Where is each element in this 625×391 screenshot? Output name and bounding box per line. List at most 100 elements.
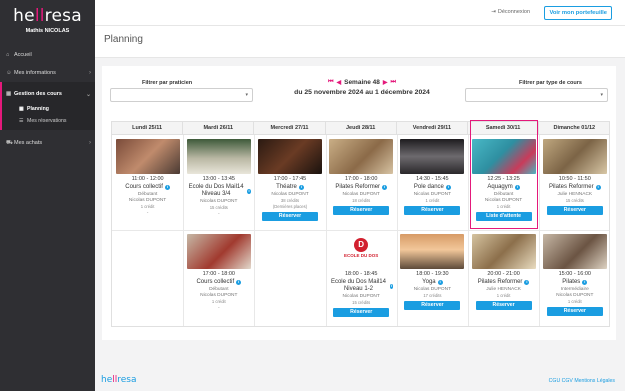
course-title: Théatre i [276, 184, 304, 190]
reserve-button[interactable]: Réserver [333, 308, 390, 317]
course-card[interactable]: 13:00 - 13:45 Ecole du Dos Mail14 Niveau … [186, 139, 251, 217]
course-time: 15:00 - 16:00 [558, 271, 591, 277]
ecole-du-dos-logo: D [354, 238, 369, 252]
no-action: - [217, 211, 220, 217]
course-image [258, 139, 322, 174]
wallet-button[interactable]: Voir mon portefeuille [544, 6, 612, 20]
sidebar-item-informations[interactable]: ☺ Mes informations › [0, 64, 95, 82]
course-credits: 15 crédits [565, 198, 584, 203]
cart-icon: ⛟ [6, 139, 13, 146]
first-week-icon[interactable]: ⏮ [328, 79, 333, 86]
course-card[interactable]: 17:00 - 18:00 Cours collectif i Débutant Nic… [186, 234, 251, 311]
course-time: 17:00 - 17:45 [273, 176, 307, 182]
reserve-button[interactable]: Réserver [404, 301, 461, 310]
footer-links[interactable]: CGU CGV Mentions Légales [549, 378, 615, 384]
reserve-button[interactable]: Réserver [546, 206, 603, 215]
day-header: Mardi 26/11 [183, 122, 255, 135]
reserve-button[interactable]: Réserver [404, 206, 461, 215]
user-name: Mathis NICOLAS [25, 28, 70, 34]
chevron-down-icon: ▾ [600, 92, 603, 98]
sidebar: hellresa Mathis NICOLAS ⌂ Accueil ☺ Mes in… [0, 0, 95, 391]
filter-practitioner-label: Filtrer par praticien [142, 80, 193, 86]
chevron-right-icon: › [89, 140, 91, 146]
course-time: 17:00 - 18:00 [202, 271, 235, 277]
course-coach: Nicolas DUPONT [342, 192, 380, 197]
course-title: Pilates Reformer i [335, 184, 388, 190]
course-credits: 1 crédit [496, 293, 511, 298]
info-icon[interactable]: i [389, 283, 394, 289]
info-icon[interactable]: i [582, 280, 588, 285]
course-title: Cours collectif i [196, 279, 242, 285]
course-image [186, 234, 251, 269]
course-card[interactable]: 20:00 - 21:00 Pilates Reformer i Julie HENN… [471, 234, 536, 310]
sidebar-subitem-reservations[interactable]: ☰ Mes réservations [2, 115, 95, 127]
info-icon[interactable]: i [164, 185, 170, 190]
course-card[interactable]: 18:00 - 19:30 Yoga i Nicolas DUPONT 17 crédi… [400, 234, 465, 310]
info-icon[interactable]: i [445, 185, 451, 190]
info-icon[interactable]: i [236, 280, 242, 285]
last-week-icon[interactable]: ⏭ [391, 79, 396, 86]
course-card[interactable]: 17:00 - 18:00 Pilates Reformer i Nicolas DU… [329, 139, 394, 215]
calendar-icon: ▦ [6, 91, 12, 97]
reserve-button[interactable]: Réserver [546, 307, 603, 316]
course-time: 20:00 - 21:00 [487, 271, 520, 277]
day-header: Mercredi 27/11 [254, 122, 326, 135]
prev-week-icon[interactable]: ◀ [336, 79, 341, 86]
course-title: Yoga i [422, 279, 443, 285]
day-header: Dimanche 01/12 [539, 122, 611, 135]
course-image [542, 139, 607, 174]
course-coach: Nicolas DUPONT [556, 293, 594, 298]
info-icon[interactable]: i [382, 185, 388, 190]
course-level: Débutant [209, 287, 229, 292]
course-coach: Nicolas DUPONT [128, 198, 167, 203]
info-icon[interactable]: i [437, 280, 443, 285]
reserve-button[interactable]: Réserver [262, 212, 318, 221]
sidebar-item-accueil[interactable]: ⌂ Accueil [0, 46, 95, 64]
course-title: Ecole du Dos Mail14 Niveau 1-2 i [330, 279, 394, 292]
week-range: du 25 novembre 2024 au 1 décembre 2024 [294, 89, 430, 96]
sidebar-item-gestion-cours[interactable]: ▦ Gestion des cours ⌄ [2, 85, 95, 103]
course-card[interactable]: D ECOLE DU DOS 18:00 - 18:45 Ecole du Dos M… [329, 234, 394, 317]
course-credits: 1 crédit [211, 299, 226, 304]
sidebar-group-cours: ▦ Gestion des cours ⌄ ▦ Planning ☰ Mes réser… [0, 82, 95, 130]
info-icon[interactable]: i [298, 185, 304, 190]
logout-link[interactable]: ⇥ Déconnexion [491, 9, 530, 15]
logo[interactable]: hellresa Mathis NICOLAS [0, 0, 95, 40]
course-credits: 1 crédit [567, 299, 582, 304]
course-image [115, 139, 180, 174]
course-card[interactable]: 11:00 - 12:00 Cours collectif i Débutant Nic… [115, 139, 180, 216]
column-divider [325, 135, 327, 326]
sidebar-item-achats[interactable]: ⛟ Mes achats › [0, 134, 95, 152]
reserve-button[interactable]: Réserver [333, 206, 390, 215]
info-icon[interactable]: i [595, 185, 601, 190]
practitioner-select[interactable]: ▾ [110, 88, 253, 102]
column-divider [539, 135, 541, 326]
info-icon[interactable]: i [247, 188, 251, 194]
filter-type-label: Filtrer par type de cours [519, 80, 582, 86]
course-card[interactable]: 17:00 - 17:45 Théatre i Nicolas DUPONT 38 cr… [258, 139, 322, 221]
course-type-select[interactable]: ▾ [465, 88, 608, 102]
page-header: Planning [95, 26, 625, 58]
course-title: Ecole du Dos Mail14 Niveau 3/4 i [188, 184, 251, 197]
sidebar-subitem-planning[interactable]: ▦ Planning [2, 103, 95, 115]
course-credits: 38 crédits [280, 198, 300, 203]
reserve-button[interactable]: Réserver [475, 301, 532, 310]
logo-caption: ECOLE DU DOS [344, 253, 379, 258]
info-icon[interactable]: i [524, 280, 530, 285]
next-week-icon[interactable]: ▶ [383, 79, 388, 86]
course-card[interactable]: 10:50 - 11:50 Pilates Reformer i Julie HENN… [542, 139, 607, 215]
course-card[interactable]: 15:00 - 16:00 Pilates i Intermédiaire Nicola… [542, 234, 607, 316]
course-card[interactable]: 14:30 - 15:45 Pole dance i Nicolas DUPONT 1 … [400, 139, 465, 215]
list-icon: ☰ [19, 118, 24, 124]
day-header: Jeudi 28/11 [325, 122, 397, 135]
course-credits: 17 crédits [423, 293, 442, 298]
course-image [186, 139, 251, 174]
course-time: 13:00 - 13:45 [202, 176, 235, 182]
course-time: 10:50 - 11:50 [558, 176, 591, 182]
course-image [471, 234, 536, 269]
day-header: Lundi 25/11 [112, 122, 184, 135]
course-coach: Nicolas DUPONT [413, 192, 452, 197]
course-title: Pilates Reformer i [477, 279, 530, 285]
calendar-grid: Lundi 25/11 Mardi 26/11 Mercredi 27/11 Jeud… [111, 120, 611, 327]
course-coach: Julie HENNACK [486, 287, 521, 292]
